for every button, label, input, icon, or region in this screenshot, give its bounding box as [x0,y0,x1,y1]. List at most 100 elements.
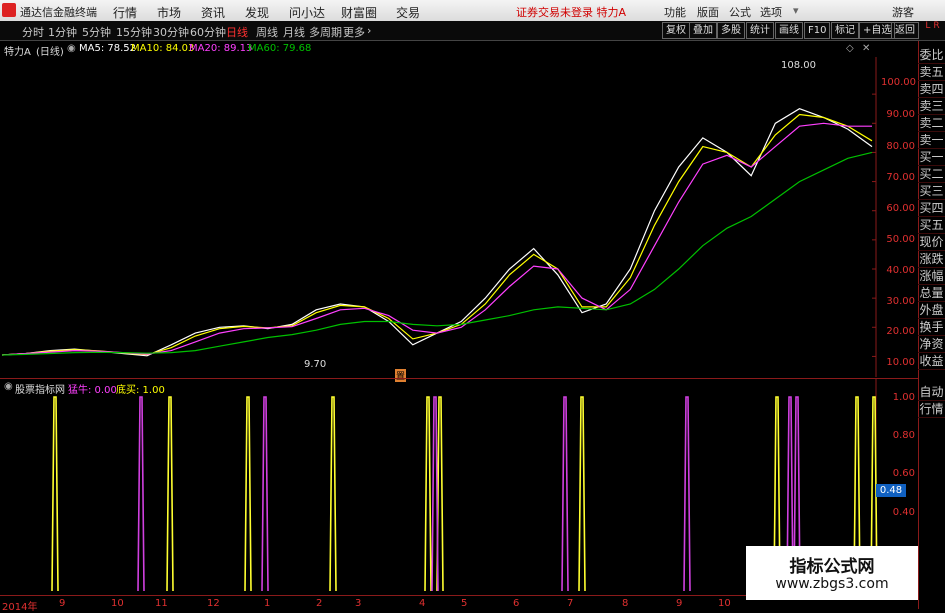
y-tick-70: 70.00 [886,172,915,183]
x-label-3: 3 [355,598,362,609]
login-warning[interactable]: 证券交易未登录 特力A [516,4,626,20]
side-item-auto[interactable]: 自动 [918,384,945,401]
period-30min[interactable]: 30分钟 [153,24,189,40]
menu-market[interactable]: 市场 [157,4,181,21]
side-item-buy4[interactable]: 买四 [918,200,945,217]
period-5min[interactable]: 5分钟 [82,24,111,40]
chevron-right-icon[interactable]: › [367,24,371,37]
mark-button[interactable]: 标记 [831,22,859,39]
y-tick-30: 30.00 [886,296,915,307]
x-label-5: 5 [461,598,468,609]
stats-button[interactable]: 统计 [746,22,774,39]
side-item-price[interactable]: 现价 [918,234,945,251]
y-tick-50: 50.00 [886,234,915,245]
y-tick-90: 90.00 [886,109,915,120]
menu-wealth[interactable]: 财富圈 [341,4,377,21]
side-item-buy5[interactable]: 买五 [918,217,945,234]
menu-xiaoda[interactable]: 问小达 [289,4,325,21]
menu-news[interactable]: 资讯 [201,4,225,21]
side-item-sell4[interactable]: 卖四 [918,81,945,98]
bottom-buy-signal [578,396,586,592]
side-item-earnings[interactable]: 收益 [918,353,945,370]
period-weekly[interactable]: 周线 [256,24,278,40]
menu-dropdown-icon[interactable]: ▾ [793,4,799,17]
period-1min[interactable]: 1分钟 [48,24,77,40]
menu-layout[interactable]: 版面 [697,4,719,20]
x-label-10b: 10 [718,598,731,609]
x-label-10: 10 [111,598,124,609]
period-15min[interactable]: 15分钟 [116,24,152,40]
menu-trade[interactable]: 交易 [396,4,420,21]
bottom-buy-signal [166,396,174,592]
menu-options[interactable]: 选项 [760,4,782,20]
period-tag: (日线) [36,47,64,58]
y-tick-20: 20.00 [886,326,915,337]
side-item-net-assets[interactable]: 净资 [918,336,945,353]
side-left-toggle[interactable]: L [925,21,930,31]
overlay-button[interactable]: 叠加 [689,22,717,39]
period-multi[interactable]: 多周期 [309,24,342,40]
side-item-sell3[interactable]: 卖三 [918,98,945,115]
bottom-buy-signal [244,396,252,592]
y-tick-80: 80.00 [886,141,915,152]
low-price-label: 9.70 [304,359,327,370]
period-intraday[interactable]: 分时 [22,24,44,40]
buy-signal [431,396,439,592]
period-daily[interactable]: 日线 [226,24,248,40]
side-item-sell5[interactable]: 卖五 [918,64,945,81]
current-value-badge: 0.48 [876,484,906,497]
close-icon[interactable]: ✕ [862,43,870,54]
adjust-button[interactable]: 复权 [662,22,690,39]
back-button[interactable]: 返回 [891,22,919,39]
ind-tick-100: 1.00 [892,392,915,403]
buy-signal [261,396,269,592]
x-label-7: 7 [567,598,574,609]
ma5-value: MA5: 78.52 [79,43,137,54]
add-watchlist-button[interactable]: +自选 [859,22,896,39]
menu-discover[interactable]: 发现 [245,4,269,21]
price-ticks [872,93,876,357]
menu-quotes[interactable]: 行情 [113,4,137,21]
buy-signal [561,396,569,592]
period-more[interactable]: 更多 [343,24,365,40]
ma10-value: MA10: 84.03 [131,43,195,54]
ma5-line [1,108,873,357]
multi-stock-button[interactable]: 多股 [717,22,745,39]
watermark-box: 指标公式网 www.zbgs3.com [746,546,918,600]
period-60min[interactable]: 60分钟 [190,24,226,40]
guest-label[interactable]: 游客 [892,4,914,20]
diamond-icon[interactable]: ◇ [846,43,854,54]
side-item-buy2[interactable]: 买二 [918,166,945,183]
side-item-buy1[interactable]: 买一 [918,149,945,166]
ma10-line [1,113,873,356]
menu-function[interactable]: 功能 [664,4,686,20]
x-label-4: 4 [419,598,426,609]
side-item-buy3[interactable]: 买三 [918,183,945,200]
side-item-sell2[interactable]: 卖二 [918,115,945,132]
price-chart[interactable] [0,57,878,377]
period-toolbar: 分时 1分钟 5分钟 15分钟 30分钟 60分钟 日线 周线 月线 多周期 更… [0,21,945,41]
x-label-9: 9 [59,598,66,609]
x-label-8: 8 [622,598,629,609]
watermark-title: 指标公式网 [789,557,875,577]
side-item-sell1[interactable]: 卖一 [918,132,945,149]
menu-formula[interactable]: 公式 [729,4,751,20]
period-monthly[interactable]: 月线 [283,24,305,40]
side-right-toggle[interactable]: R [933,21,939,31]
draw-line-button[interactable]: 画线 [775,22,803,39]
ind-tick-060: 0.60 [892,468,915,479]
side-item-quotes[interactable]: 行情 [918,401,945,418]
side-item-outer[interactable]: 外盘 [918,302,945,319]
side-item-turnover[interactable]: 换手 [918,319,945,336]
side-item-volume[interactable]: 总量 [918,285,945,302]
side-item-weibi[interactable]: 委比 [918,47,945,64]
x-label-2: 2 [316,598,323,609]
settings-icon[interactable]: ◉ [67,43,76,54]
side-item-change[interactable]: 涨跌 [918,251,945,268]
side-item-change-pct[interactable]: 涨幅 [918,268,945,285]
side-header[interactable]: L R [919,21,945,40]
x-label-2014: 2014年 [2,602,38,613]
x-label-12: 12 [207,598,220,609]
buy-signal [683,396,691,592]
f10-button[interactable]: F10 [804,22,831,39]
